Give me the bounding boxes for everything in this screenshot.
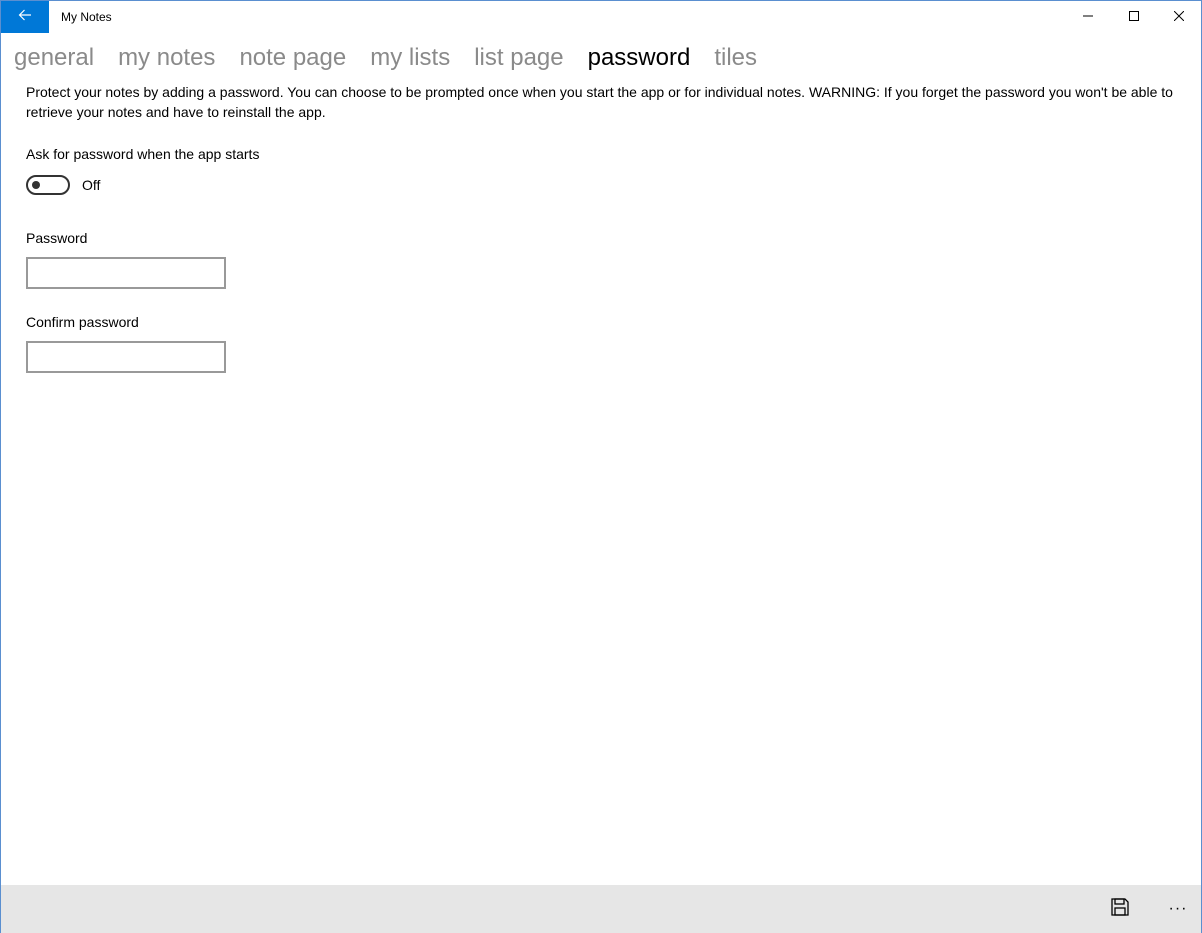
confirm-password-input[interactable] (26, 341, 226, 373)
tab-note-page[interactable]: note page (239, 41, 346, 81)
startup-password-toggle[interactable] (26, 175, 70, 195)
tab-list-page[interactable]: list page (474, 41, 563, 81)
more-icon: ··· (1168, 900, 1188, 917)
minimize-button[interactable] (1065, 1, 1111, 33)
close-icon (1173, 8, 1185, 26)
app-title: My Notes (61, 10, 112, 24)
password-label: Password (26, 230, 88, 246)
minimize-icon (1083, 8, 1093, 26)
confirm-password-label: Confirm password (26, 314, 139, 330)
password-input[interactable] (26, 257, 226, 289)
tab-general[interactable]: general (14, 41, 94, 81)
startup-password-toggle-label: Ask for password when the app starts (26, 146, 260, 162)
password-description: Protect your notes by adding a password.… (26, 84, 1173, 120)
tab-tiles[interactable]: tiles (714, 41, 757, 81)
more-button[interactable]: ··· (1158, 885, 1198, 933)
command-bar: ··· (1, 885, 1201, 933)
maximize-button[interactable] (1111, 1, 1157, 33)
toggle-state-text: Off (82, 177, 101, 193)
tab-password[interactable]: password (588, 41, 691, 81)
maximize-icon (1129, 8, 1139, 26)
tab-my-lists[interactable]: my lists (370, 41, 450, 81)
back-arrow-icon (18, 8, 32, 26)
toggle-knob (32, 181, 40, 189)
tab-my-notes[interactable]: my notes (118, 41, 215, 81)
save-button[interactable] (1100, 885, 1140, 933)
back-button[interactable] (1, 1, 49, 33)
title-bar: My Notes (1, 1, 1201, 33)
save-icon (1110, 897, 1130, 922)
close-button[interactable] (1156, 1, 1202, 33)
app-window: My Notes general my notes note page my l… (0, 0, 1202, 933)
settings-pivot: general my notes note page my lists list… (14, 41, 781, 81)
